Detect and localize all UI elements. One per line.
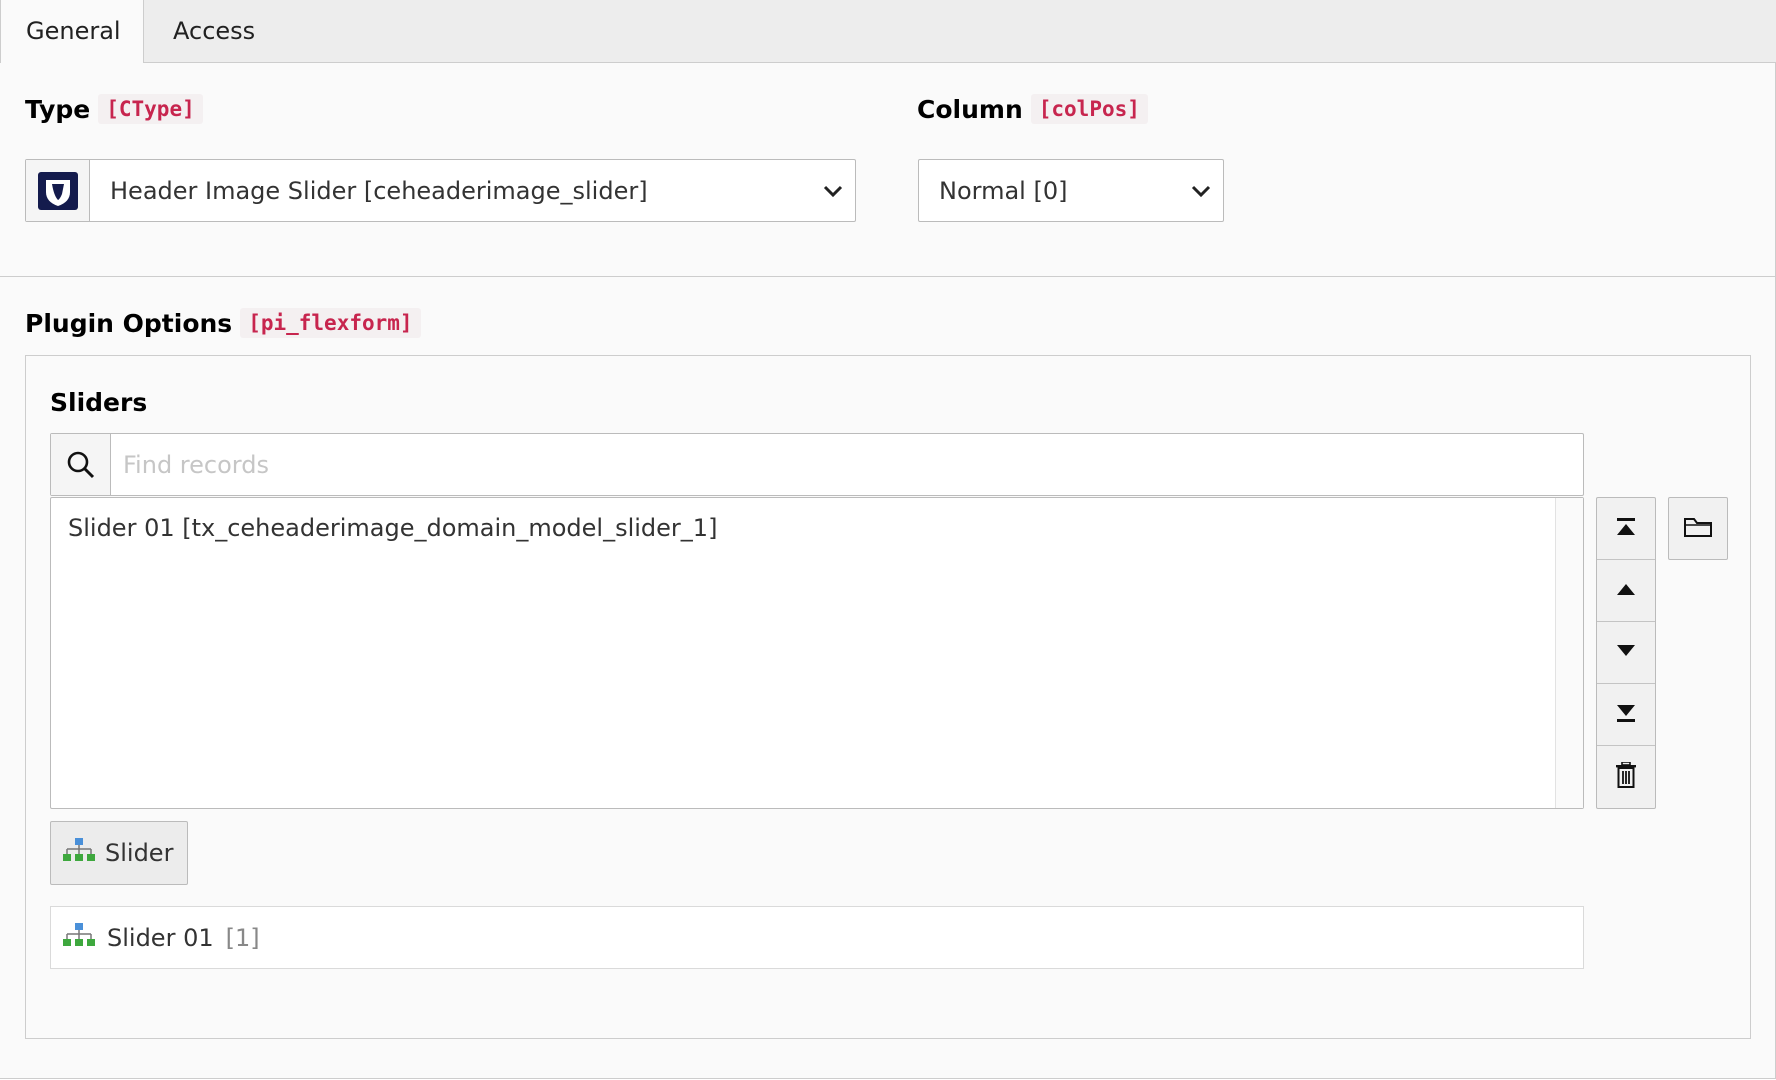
typo3-shield-icon [26,160,90,221]
type-select-value: Header Image Slider [ceheaderimage_slide… [110,176,648,205]
find-records-input[interactable] [111,434,1583,495]
list-controls [1596,497,1656,809]
folder-icon [1683,515,1713,543]
type-field-code: [CType] [98,94,203,124]
move-to-top-icon [1615,516,1637,542]
remove-button[interactable] [1597,746,1655,808]
column-select[interactable]: Normal [0] [918,159,1224,222]
browse-records-button[interactable] [1668,497,1728,560]
column-label-text: Column [917,94,1023,124]
sitemap-icon [63,837,95,869]
search-icon [51,434,111,495]
sitemap-icon [63,922,95,954]
move-to-bottom-button[interactable] [1597,684,1655,746]
record-uid: [1] [225,923,260,952]
chevron-down-icon [1179,184,1223,198]
list-scrollbar[interactable] [1555,498,1583,808]
record-title: Slider 01 [107,923,214,952]
column-field-label: Column [colPos] [917,94,1148,124]
tab-access[interactable]: Access [148,0,280,63]
plugin-options-text: Plugin Options [25,308,233,338]
column-select-value: Normal [0] [939,176,1068,205]
move-to-bottom-icon [1615,702,1637,728]
move-down-button[interactable] [1597,622,1655,684]
column-field-code: [colPos] [1030,94,1148,124]
add-slider-label: Slider [105,839,174,867]
section-divider [0,276,1776,277]
add-slider-button[interactable]: Slider [50,821,188,885]
sliders-label-text: Sliders [50,388,148,417]
type-label-text: Type [25,94,91,124]
selected-sliders-list[interactable]: Slider 01 [tx_ceheaderimage_domain_model… [50,497,1584,809]
move-down-icon [1615,643,1637,663]
find-records-search [50,433,1584,496]
list-item[interactable]: Slider 01 [tx_ceheaderimage_domain_model… [68,514,717,542]
tab-bar: General Access [0,0,1776,64]
sliders-label: Sliders [50,388,147,417]
type-select[interactable]: Header Image Slider [ceheaderimage_slide… [25,159,856,222]
move-to-top-button[interactable] [1597,498,1655,560]
table-row[interactable]: Slider 01 [1] [50,906,1584,969]
tab-general[interactable]: General [0,0,144,64]
move-up-icon [1615,581,1637,601]
plugin-options-label: Plugin Options [pi_flexform] [25,308,421,338]
type-field-label: Type [CType] [25,94,203,124]
trash-icon [1615,761,1637,792]
plugin-options-code: [pi_flexform] [240,308,421,338]
chevron-down-icon [811,184,855,198]
move-up-button[interactable] [1597,560,1655,622]
